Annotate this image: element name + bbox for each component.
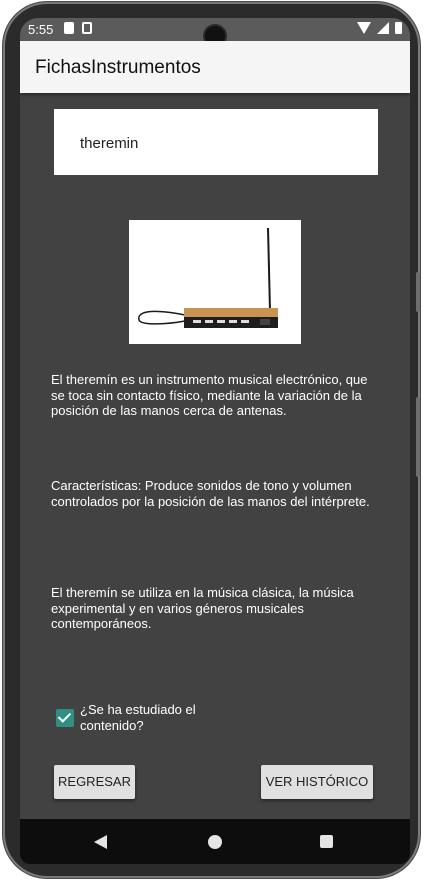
sim-icon bbox=[82, 22, 92, 34]
back-button[interactable]: REGRESAR bbox=[54, 765, 135, 799]
checkmark-icon bbox=[57, 709, 72, 723]
theremin-image bbox=[129, 220, 301, 344]
battery-icon bbox=[395, 22, 402, 34]
back-triangle-icon[interactable] bbox=[94, 835, 107, 849]
instrument-name-field[interactable]: theremin bbox=[54, 109, 378, 175]
instrument-name: theremin bbox=[80, 135, 139, 152]
wifi-icon bbox=[357, 22, 371, 34]
power-button bbox=[416, 397, 420, 477]
instrument-description: El theremín es un instrumento musical el… bbox=[51, 372, 368, 418]
studied-checkbox-row[interactable]: ¿Se ha estudiado el contenido? bbox=[56, 702, 226, 742]
instrument-characteristics: Características: Produce sonidos de tono… bbox=[51, 478, 370, 509]
sd-card-icon bbox=[64, 22, 74, 34]
studied-label: ¿Se ha estudiado el contenido? bbox=[80, 702, 196, 733]
status-icons-left bbox=[64, 22, 92, 34]
volume-button bbox=[416, 272, 420, 312]
status-icons-right bbox=[357, 22, 402, 34]
status-bar: 5:55 bbox=[20, 18, 410, 46]
history-button[interactable]: VER HISTÓRICO bbox=[261, 765, 373, 799]
studied-checkbox[interactable] bbox=[56, 709, 74, 727]
screen: 5:55 FichasInstrumentos theremin El ther… bbox=[20, 18, 410, 864]
app-bar: FichasInstrumentos bbox=[20, 41, 410, 93]
theremin-icon bbox=[138, 227, 278, 328]
recents-square-icon[interactable] bbox=[320, 835, 333, 848]
status-time: 5:55 bbox=[28, 22, 54, 37]
app-title: FichasInstrumentos bbox=[35, 57, 201, 78]
home-circle-icon[interactable] bbox=[208, 835, 222, 849]
phone-frame: 5:55 FichasInstrumentos theremin El ther… bbox=[3, 2, 420, 878]
navigation-bar bbox=[20, 819, 410, 864]
instrument-usage: El theremín se utiliza en la música clás… bbox=[51, 585, 354, 631]
signal-icon bbox=[377, 22, 389, 34]
